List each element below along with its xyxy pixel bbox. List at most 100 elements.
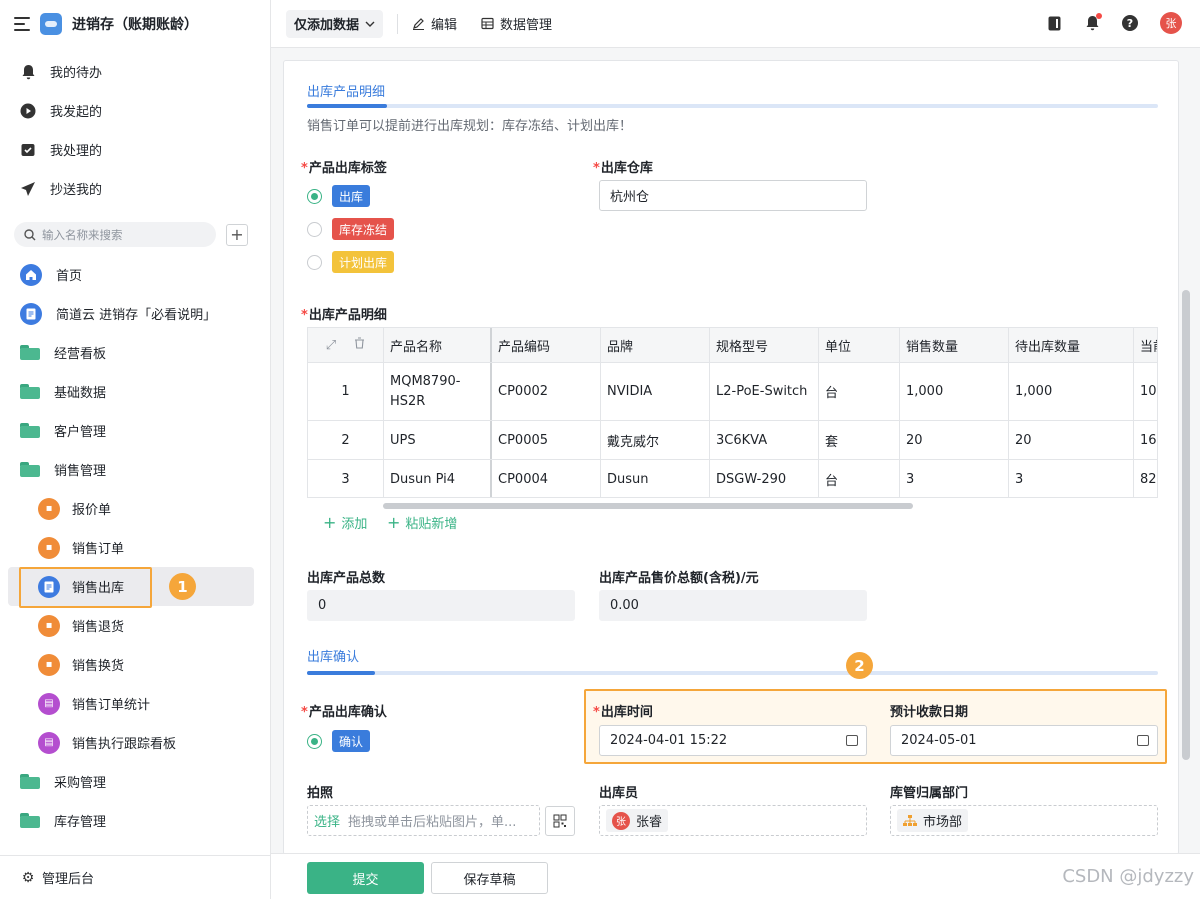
folder-icon xyxy=(20,774,40,789)
gear-icon: ⚙ xyxy=(21,869,35,886)
folder-icon xyxy=(20,423,40,438)
table-header: ⤢ 产品名称 产品编码 品牌 规格型号 单位 销售数量 待出库数量 当前 xyxy=(308,328,1157,363)
pay-date-input[interactable]: 2024-05-01 xyxy=(890,725,1158,756)
radio-outbound[interactable]: 出库 xyxy=(307,185,371,207)
nav-item-basic-data[interactable]: 基础数据 xyxy=(0,372,270,411)
cell-brand: 戴克威尔 xyxy=(601,421,710,459)
section-hint: 销售订单可以提前进行出库规划：库存冻结、计划出库！ xyxy=(307,119,633,134)
quick-nav-label: 我发起的 xyxy=(50,105,103,120)
photo-field-label: 拍照 xyxy=(307,786,334,801)
help-icon[interactable]: ? xyxy=(1122,15,1138,31)
mode-dropdown[interactable]: 仅添加数据 xyxy=(286,9,384,38)
calendar-icon xyxy=(1137,735,1149,746)
row-index: 1 xyxy=(308,363,384,420)
save-draft-button[interactable]: 保存草稿 xyxy=(431,862,548,894)
expand-icon[interactable]: ⤢ xyxy=(326,338,336,353)
home-icon xyxy=(20,263,42,286)
nav-label: 销售订单 xyxy=(72,542,125,557)
warehouse-input[interactable]: 杭州仓 xyxy=(599,180,867,211)
quick-nav-cc[interactable]: 抄送我的 xyxy=(0,169,270,208)
table-icon xyxy=(481,17,494,30)
total-count-value: 0 xyxy=(318,598,327,613)
nav-item-sales-return[interactable]: ▪ 销售退货 xyxy=(0,606,270,645)
detail-field-label: *出库产品明细 xyxy=(301,308,387,323)
nav-item-execution-board[interactable]: ▤ 销售执行跟踪看板 xyxy=(0,723,270,762)
quick-nav-initiated[interactable]: 我发起的 xyxy=(0,91,270,130)
table-row[interactable]: 3 Dusun Pi4 CP0004 Dusun DSGW-290 台 3 3 … xyxy=(308,460,1157,497)
nav-item-sales-order[interactable]: ▪ 销售订单 xyxy=(0,528,270,567)
trash-icon[interactable] xyxy=(354,337,365,353)
photo-upload-area[interactable]: 选择 拖拽或单击后粘贴图片，单... xyxy=(307,805,540,836)
app-root: 进销存（账期账龄） 我的待办 我发起的 我处理的 抄送我的 输入名称来搜索 + … xyxy=(0,0,1200,899)
nav-item-home[interactable]: 首页 xyxy=(0,255,270,294)
data-management-label: 数据管理 xyxy=(500,18,553,33)
table-row[interactable]: 2 UPS CP0005 戴克威尔 3C6KVA 套 20 20 169 xyxy=(308,421,1157,460)
edit-label: 编辑 xyxy=(431,18,458,33)
quick-nav-handled[interactable]: 我处理的 xyxy=(0,130,270,169)
tag-confirm: 确认 xyxy=(332,730,371,752)
step-badge-2: 2 xyxy=(846,652,873,679)
nav-label: 销售订单统计 xyxy=(72,698,151,713)
search-input[interactable]: 输入名称来搜索 xyxy=(14,222,216,247)
table-row[interactable]: 1 MQM8790-HS2R CP0002 NVIDIA L2-PoE-Swit… xyxy=(308,363,1157,421)
cell-spec: 3C6KVA xyxy=(710,421,819,459)
nav-item-purchase[interactable]: 采购管理 xyxy=(0,762,270,801)
vertical-scrollbar[interactable] xyxy=(1182,290,1190,760)
cell-current: 104 xyxy=(1140,384,1157,399)
hamburger-menu-icon[interactable] xyxy=(14,17,30,31)
quick-nav-todo[interactable]: 我的待办 xyxy=(0,52,270,91)
search-row: 输入名称来搜索 + xyxy=(0,208,270,247)
nav-item-guide[interactable]: 简道云 进销存「必看说明」 xyxy=(0,294,270,333)
document-icon xyxy=(20,302,42,325)
cell-spec: L2-PoE-Switch xyxy=(710,363,819,420)
total-amount-value: 0.00 xyxy=(610,598,639,613)
cell-qty: 3 xyxy=(900,460,1009,497)
edit-button[interactable]: 编辑 xyxy=(412,14,457,33)
nav-item-sales-exchange[interactable]: ▪ 销售换货 xyxy=(0,645,270,684)
quick-nav-label: 我的待办 xyxy=(50,66,103,81)
cell-name: UPS xyxy=(384,421,492,459)
add-row-button[interactable]: + 添加 xyxy=(323,513,367,532)
outbound-time-input[interactable]: 2024-04-01 15:22 xyxy=(599,725,867,756)
staff-field[interactable]: 张 张睿 xyxy=(599,805,867,836)
form-icon: ▪ xyxy=(38,536,60,559)
radio-confirm[interactable]: 确认 xyxy=(307,730,371,752)
radio-freeze[interactable]: 库存冻结 xyxy=(307,218,395,240)
sidebar-toggle-icon[interactable] xyxy=(1046,15,1062,31)
folder-icon xyxy=(20,462,40,477)
paste-add-button[interactable]: + 粘贴新增 xyxy=(387,513,457,532)
dept-chip: 市场部 xyxy=(897,809,969,832)
nav-item-inventory[interactable]: 库存管理 xyxy=(0,801,270,840)
nav-label: 销售退货 xyxy=(72,620,125,635)
cell-brand: Dusun xyxy=(601,460,710,497)
nav-label: 首页 xyxy=(56,269,83,284)
add-item-button[interactable]: + xyxy=(226,223,248,246)
radio-plan[interactable]: 计划出库 xyxy=(307,251,395,273)
submit-button[interactable]: 提交 xyxy=(307,862,424,894)
user-avatar[interactable]: 张 xyxy=(1160,12,1182,34)
qrcode-button[interactable] xyxy=(545,806,575,836)
nav-item-order-stats[interactable]: ▤ 销售订单统计 xyxy=(0,684,270,723)
nav-item-customer[interactable]: 客户管理 xyxy=(0,411,270,450)
nav-item-quote[interactable]: ▪ 报价单 xyxy=(0,489,270,528)
nav-item-sales-outbound[interactable]: 销售出库 1 xyxy=(0,567,270,608)
pencil-icon xyxy=(413,18,425,30)
notification-bell-icon[interactable] xyxy=(1084,13,1102,31)
nav-item-dashboard[interactable]: 经营看板 xyxy=(0,333,270,372)
cell-qty: 1,000 xyxy=(900,363,1009,420)
warehouse-value: 杭州仓 xyxy=(610,190,650,205)
chart-icon: ▤ xyxy=(38,692,60,715)
document-icon xyxy=(38,575,60,598)
column-header: 规格型号 xyxy=(710,328,819,362)
admin-link[interactable]: ⚙ 管理后台 xyxy=(0,855,270,899)
app-title: 进销存（账期账龄） xyxy=(72,17,198,33)
photo-select-link[interactable]: 选择 xyxy=(314,811,340,830)
table-horizontal-scrollbar[interactable] xyxy=(383,503,913,509)
admin-label: 管理后台 xyxy=(42,872,95,887)
column-header: 产品编码 xyxy=(492,328,601,362)
dept-field[interactable]: 市场部 xyxy=(890,805,1158,836)
nav-label: 报价单 xyxy=(72,503,112,518)
search-icon xyxy=(24,228,36,240)
data-management-button[interactable]: 数据管理 xyxy=(481,14,552,33)
nav-item-sales[interactable]: 销售管理 xyxy=(0,450,270,489)
